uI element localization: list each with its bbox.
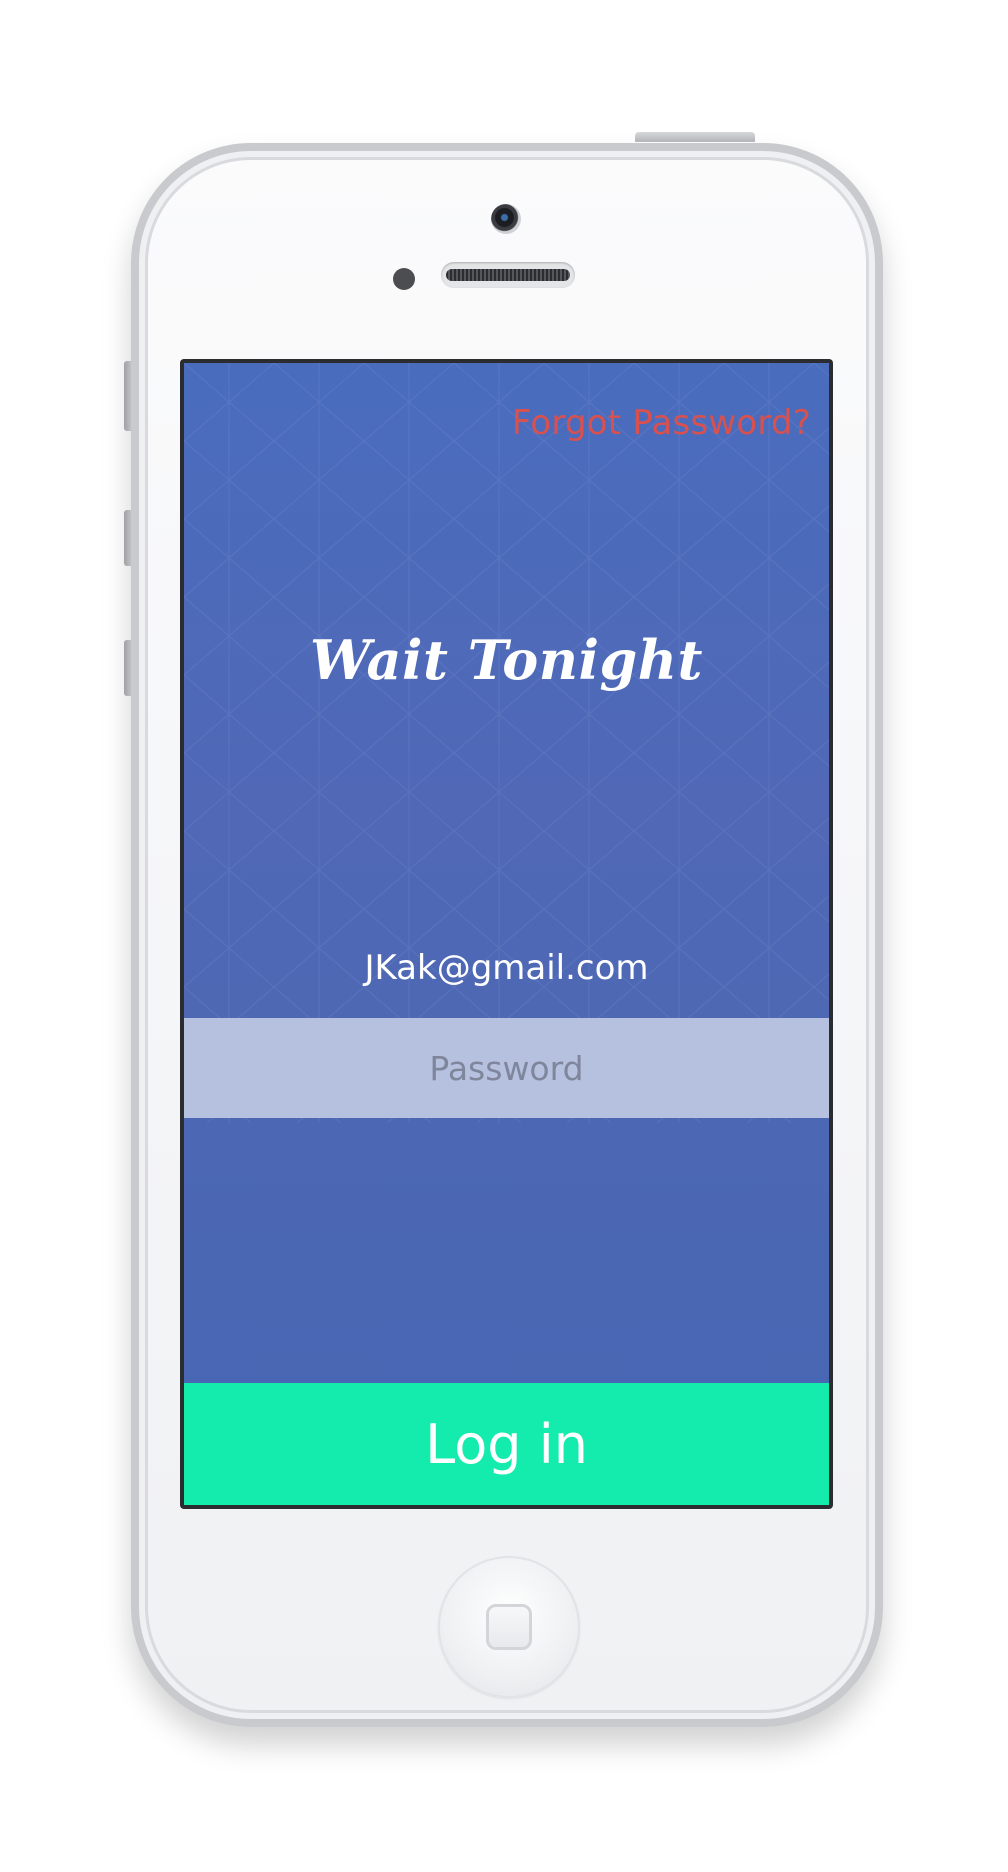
email-field[interactable]: JKak@gmail.com xyxy=(184,948,829,988)
password-field-container xyxy=(184,1018,829,1118)
home-button[interactable] xyxy=(438,1556,580,1698)
password-input[interactable] xyxy=(184,1018,829,1118)
camera-icon xyxy=(491,204,521,234)
speaker-grille-icon xyxy=(441,262,575,288)
power-button xyxy=(635,132,755,142)
login-button[interactable]: Log in xyxy=(184,1383,829,1505)
login-screen: Forgot Password? Wait Tonight JKak@gmail… xyxy=(184,363,829,1505)
phone-screen: Forgot Password? Wait Tonight JKak@gmail… xyxy=(180,359,833,1509)
home-button-icon xyxy=(486,1604,532,1650)
page-stage: Forgot Password? Wait Tonight JKak@gmail… xyxy=(0,0,1008,1872)
proximity-sensor-icon xyxy=(393,268,415,290)
app-logo-title: Wait Tonight xyxy=(310,628,703,692)
forgot-password-link[interactable]: Forgot Password? xyxy=(512,403,811,443)
background-pattern xyxy=(184,363,829,1123)
